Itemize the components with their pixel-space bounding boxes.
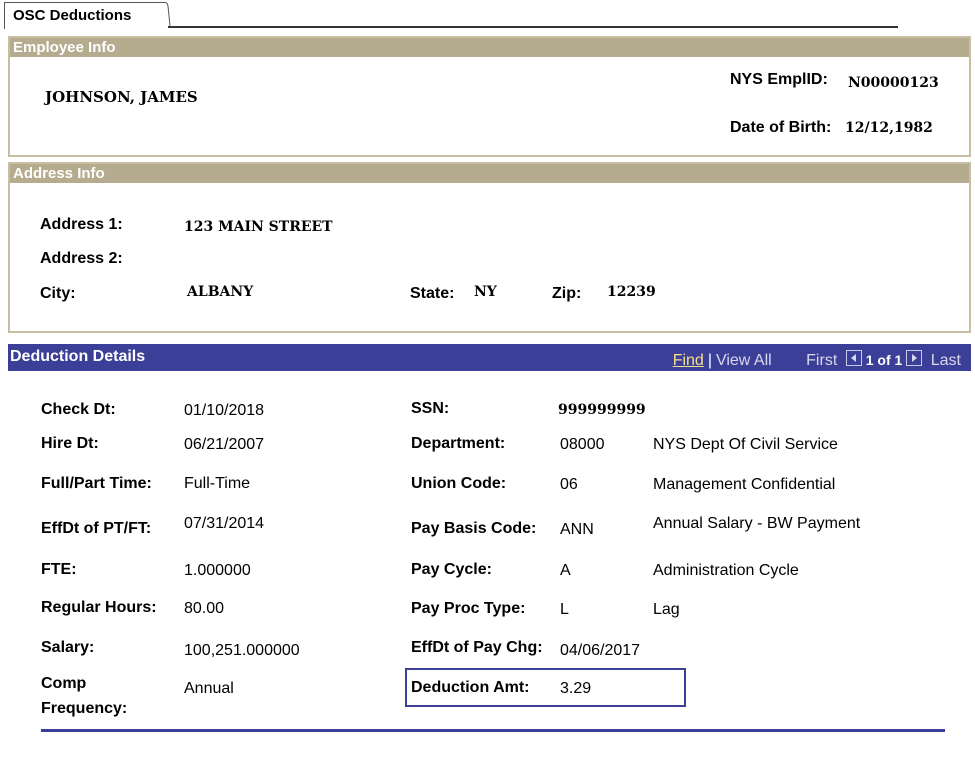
fte-label: FTE: bbox=[41, 561, 77, 578]
deduction-details-title: Deduction Details bbox=[10, 348, 146, 365]
state-label: State: bbox=[410, 285, 455, 302]
salary-label: Salary: bbox=[41, 639, 95, 656]
record-navigation: Find | View All First 1 of 1 Last bbox=[673, 350, 961, 370]
dob-value: 12/12,1982 bbox=[845, 120, 933, 136]
union-description: Management Confidential bbox=[653, 476, 836, 493]
tab-underline bbox=[168, 26, 898, 28]
address1-value: 123 MAIN STREET bbox=[184, 219, 333, 235]
employee-info-header: Employee Info bbox=[10, 38, 969, 57]
tab-corner-decoration bbox=[159, 2, 171, 27]
pay-cycle-code: A bbox=[560, 562, 571, 579]
record-count: 1 of 1 bbox=[865, 352, 903, 368]
deduction-details-header: Deduction Details Find | View All First 1 … bbox=[8, 344, 971, 371]
union-code-value: 06 bbox=[560, 476, 578, 493]
department-description: NYS Dept Of Civil Service bbox=[653, 436, 838, 453]
zip-label: Zip: bbox=[552, 285, 582, 302]
pay-proc-type-description: Lag bbox=[653, 601, 680, 618]
ssn-value: 999999999 bbox=[558, 402, 646, 418]
first-link[interactable]: First bbox=[806, 352, 837, 369]
fte-value: 1.000000 bbox=[184, 562, 251, 579]
find-link[interactable]: Find bbox=[673, 352, 704, 369]
address-info-group: Address Info Address 1: 123 MAIN STREET … bbox=[8, 162, 971, 333]
address-info-header: Address Info bbox=[10, 164, 969, 183]
pay-basis-description: Annual Salary - BW Payment bbox=[653, 515, 861, 532]
regular-hours-value: 80.00 bbox=[184, 600, 225, 617]
zip-value: 12239 bbox=[607, 284, 656, 300]
pay-basis-code-label: Pay Basis Code: bbox=[411, 520, 537, 537]
bottom-divider bbox=[41, 729, 945, 732]
effdt-ptft-value: 07/31/2014 bbox=[184, 515, 265, 532]
salary-value: 100,251.000000 bbox=[184, 642, 300, 659]
full-part-time-label: Full/Part Time: bbox=[41, 475, 152, 492]
pay-cycle-label: Pay Cycle: bbox=[411, 561, 492, 578]
pay-proc-type-code: L bbox=[560, 601, 569, 618]
pay-basis-code-value: ANN bbox=[560, 521, 594, 538]
city-label: City: bbox=[40, 285, 76, 302]
regular-hours-label: Regular Hours: bbox=[41, 599, 157, 616]
comp-frequency-label-line2: Frequency: bbox=[41, 700, 128, 717]
nav-separator: | bbox=[707, 352, 712, 369]
full-part-time-value: Full-Time bbox=[184, 475, 251, 492]
tab-osc-deductions[interactable]: OSC Deductions bbox=[4, 2, 165, 29]
union-code-label: Union Code: bbox=[411, 475, 507, 492]
empl-id-value: N00000123 bbox=[848, 75, 939, 91]
department-label: Department: bbox=[411, 435, 506, 452]
deduction-amount-value: 3.29 bbox=[560, 680, 592, 697]
last-link[interactable]: Last bbox=[931, 352, 961, 369]
address1-label: Address 1: bbox=[40, 216, 123, 233]
department-code: 08000 bbox=[560, 436, 605, 453]
employee-name: JOHNSON, JAMES bbox=[45, 88, 198, 106]
state-value: NY bbox=[474, 284, 497, 300]
comp-frequency-label-line1: Comp bbox=[41, 675, 87, 692]
comp-frequency-value: Annual bbox=[184, 680, 234, 697]
dob-label: Date of Birth: bbox=[730, 119, 832, 136]
pay-cycle-description: Administration Cycle bbox=[653, 562, 799, 579]
tab-label: OSC Deductions bbox=[13, 7, 132, 24]
employee-info-group: Employee Info JOHNSON, JAMES NYS EmplID:… bbox=[8, 36, 971, 157]
pay-proc-type-label: Pay Proc Type: bbox=[411, 600, 526, 617]
arrow-right-icon[interactable] bbox=[906, 350, 923, 366]
empl-id-label: NYS EmplID: bbox=[730, 71, 828, 88]
deduction-amount-label: Deduction Amt: bbox=[411, 679, 530, 696]
arrow-left-icon[interactable] bbox=[845, 350, 862, 366]
check-dt-value: 01/10/2018 bbox=[184, 402, 265, 419]
effdt-pay-chg-label: EffDt of Pay Chg: bbox=[411, 639, 543, 656]
effdt-pay-chg-value: 04/06/2017 bbox=[560, 642, 641, 659]
view-all-link[interactable]: View All bbox=[716, 352, 772, 369]
city-value: ALBANY bbox=[187, 284, 254, 300]
hire-dt-label: Hire Dt: bbox=[41, 435, 99, 452]
ssn-label: SSN: bbox=[411, 400, 450, 417]
check-dt-label: Check Dt: bbox=[41, 401, 116, 418]
hire-dt-value: 06/21/2007 bbox=[184, 436, 265, 453]
address2-label: Address 2: bbox=[40, 250, 123, 267]
effdt-ptft-label: EffDt of PT/FT: bbox=[41, 520, 152, 537]
